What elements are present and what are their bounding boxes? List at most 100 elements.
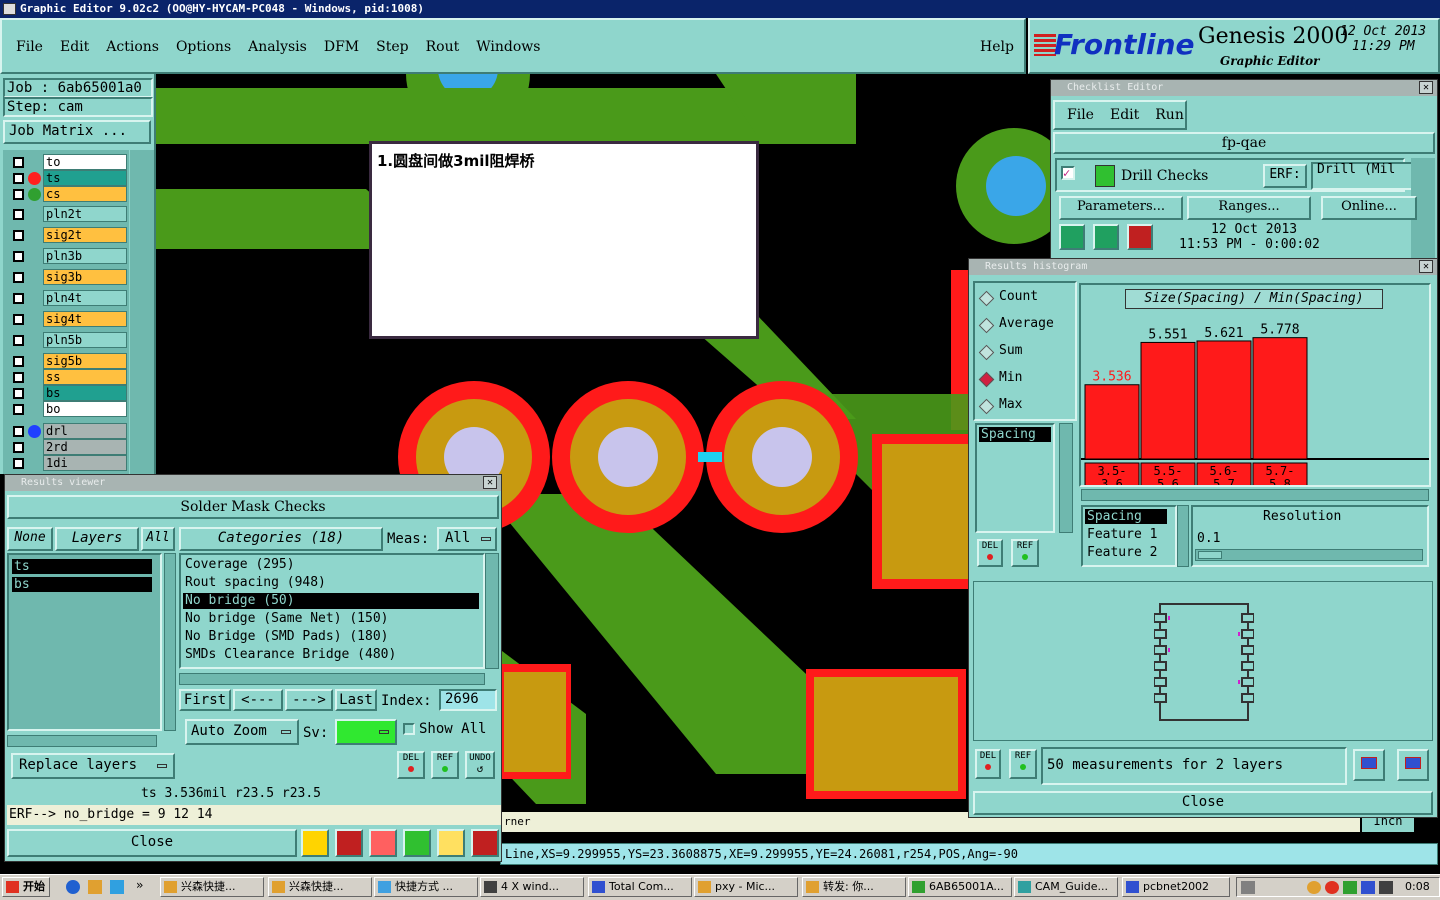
layer-name[interactable]: ts [43, 170, 127, 186]
histogram-icon[interactable] [471, 829, 499, 857]
layer-name[interactable]: 1di [43, 455, 127, 471]
taskbar-item[interactable]: pxy - Mic... [694, 877, 798, 897]
histogram-bar[interactable] [1140, 341, 1196, 460]
ref-button[interactable]: REF [1009, 749, 1037, 779]
last-button[interactable]: Last [335, 689, 377, 711]
chevron-right-icon[interactable]: » [136, 878, 143, 892]
layer-row-ts[interactable]: ts [9, 170, 127, 186]
sv-color-select[interactable] [335, 719, 397, 745]
layer-checkbox[interactable] [13, 230, 24, 241]
menu-dfm[interactable]: DFM [324, 39, 359, 55]
layer-name[interactable]: pln2t [43, 206, 127, 222]
close-icon[interactable]: ✕ [1419, 260, 1433, 273]
notes-icon[interactable] [437, 829, 465, 857]
layer-name[interactable]: bo [43, 401, 127, 417]
category-item[interactable]: SMDs Clearance Bridge (480) [183, 647, 479, 663]
layer-checkbox[interactable] [13, 293, 24, 304]
checklist-menu-edit[interactable]: Edit [1110, 107, 1139, 123]
help-menu[interactable]: Help [980, 39, 1014, 55]
resolution-slider-thumb[interactable] [1198, 551, 1222, 559]
layer-name[interactable]: pln4t [43, 290, 127, 306]
taskbar-item[interactable]: 快捷方式 ... [374, 877, 478, 897]
feature-list-item[interactable]: Spacing [979, 427, 1051, 442]
radio-max[interactable] [978, 398, 995, 415]
layer-checkbox[interactable] [13, 404, 24, 415]
previous-button[interactable]: <--- [233, 689, 283, 711]
note-popup[interactable]: 1.圆盘间做3mil阻焊桥 [369, 141, 759, 339]
layer-row-sig2t[interactable]: sig2t [9, 227, 127, 243]
close-icon[interactable]: ✕ [1419, 81, 1433, 94]
taskbar-item[interactable]: 兴森快捷... [160, 877, 264, 897]
close-button[interactable]: Close [7, 829, 297, 857]
layer-checkbox[interactable] [13, 189, 24, 200]
count-icon[interactable] [403, 829, 431, 857]
histogram-bar[interactable] [1084, 384, 1140, 460]
tray-icon[interactable] [1325, 881, 1339, 894]
layer-name[interactable]: sig2t [43, 227, 127, 243]
table-item[interactable]: Spacing [1085, 509, 1167, 524]
menu-edit[interactable]: Edit [60, 39, 89, 55]
feature-list[interactable]: Spacing [975, 423, 1055, 533]
layer-row-bo[interactable]: bo [9, 401, 127, 417]
close-button[interactable]: Close [973, 791, 1433, 815]
show-all-checkbox[interactable] [403, 723, 415, 735]
layer-checkbox[interactable] [13, 335, 24, 346]
radio-sum[interactable] [978, 344, 995, 361]
layer-list-scrollbar[interactable] [164, 553, 176, 731]
histogram-bar[interactable] [1196, 340, 1252, 460]
layer-name[interactable]: 2rd [43, 439, 127, 455]
layer-checkbox[interactable] [13, 426, 24, 437]
categories-button[interactable]: Categories (18) [179, 527, 383, 551]
tray-icon[interactable] [1241, 881, 1255, 894]
tray-icon[interactable] [1343, 881, 1357, 894]
chart-hscroll[interactable] [1081, 489, 1429, 501]
category-list[interactable]: Coverage (295) Rout spacing (948) No bridg… [179, 553, 485, 669]
taskbar-item[interactable]: Total Com... [588, 877, 692, 897]
layer-row-cs[interactable]: cs [9, 186, 127, 202]
all-button[interactable]: All [141, 527, 175, 551]
layer-row-2rd[interactable]: 2rd [9, 439, 127, 455]
taskbar-item[interactable]: pcbnet2002 [1122, 877, 1230, 897]
taskbar-item[interactable]: 4 X wind... [480, 877, 584, 897]
layer-name[interactable]: cs [43, 186, 127, 202]
layer-name[interactable]: bs [43, 385, 127, 401]
del-button[interactable]: DEL [397, 751, 425, 779]
erf-button[interactable]: ERF: [1263, 164, 1307, 188]
checklist-menu-file[interactable]: File [1067, 107, 1094, 123]
layer-name[interactable]: pln5b [43, 332, 127, 348]
parameters-button[interactable]: Parameters... [1059, 196, 1183, 220]
layer-row-sig3b[interactable]: sig3b [9, 269, 127, 285]
resolution-slider[interactable] [1195, 549, 1423, 561]
layer-name[interactable]: to [43, 154, 127, 170]
layer-checkbox[interactable] [13, 157, 24, 168]
layer-row-to[interactable]: to [9, 154, 127, 170]
menu-actions[interactable]: Actions [106, 39, 159, 55]
layer-row-bs[interactable]: bs [9, 385, 127, 401]
zoom-to-feature-icon[interactable] [1353, 749, 1385, 781]
run-icon[interactable] [1059, 224, 1085, 250]
online-button[interactable]: Online... [1321, 196, 1417, 220]
quick-launch-icon[interactable] [88, 880, 102, 894]
layer-row-pln3b[interactable]: pln3b [9, 248, 127, 264]
category-item[interactable]: Rout spacing (948) [183, 575, 479, 591]
undo-button[interactable]: UNDO ↺ [465, 751, 495, 779]
layer-checkbox[interactable] [13, 251, 24, 262]
ref-button[interactable]: REF [431, 751, 459, 779]
layer-scrollbar[interactable] [130, 150, 154, 474]
layer-name[interactable]: sig3b [43, 269, 127, 285]
report-icon[interactable] [335, 829, 363, 857]
layer-name[interactable]: drl [43, 423, 127, 439]
layer-checkbox[interactable] [13, 458, 24, 469]
replace-layers-select[interactable]: Replace layers [11, 753, 175, 779]
erf-icon[interactable] [369, 829, 397, 857]
menu-options[interactable]: Options [176, 39, 231, 55]
tray-icon[interactable] [1361, 881, 1375, 894]
table-item[interactable]: Feature 1 [1085, 527, 1157, 542]
checklist-menu-run[interactable]: Run [1155, 107, 1184, 123]
close-icon[interactable]: ✕ [483, 476, 497, 489]
layer-checkbox[interactable] [13, 209, 24, 220]
taskbar-item[interactable]: 兴森快捷... [268, 877, 372, 897]
zoom-to-layer-icon[interactable] [1397, 749, 1429, 781]
layer-name[interactable]: sig4t [43, 311, 127, 327]
menu-analysis[interactable]: Analysis [248, 39, 307, 55]
